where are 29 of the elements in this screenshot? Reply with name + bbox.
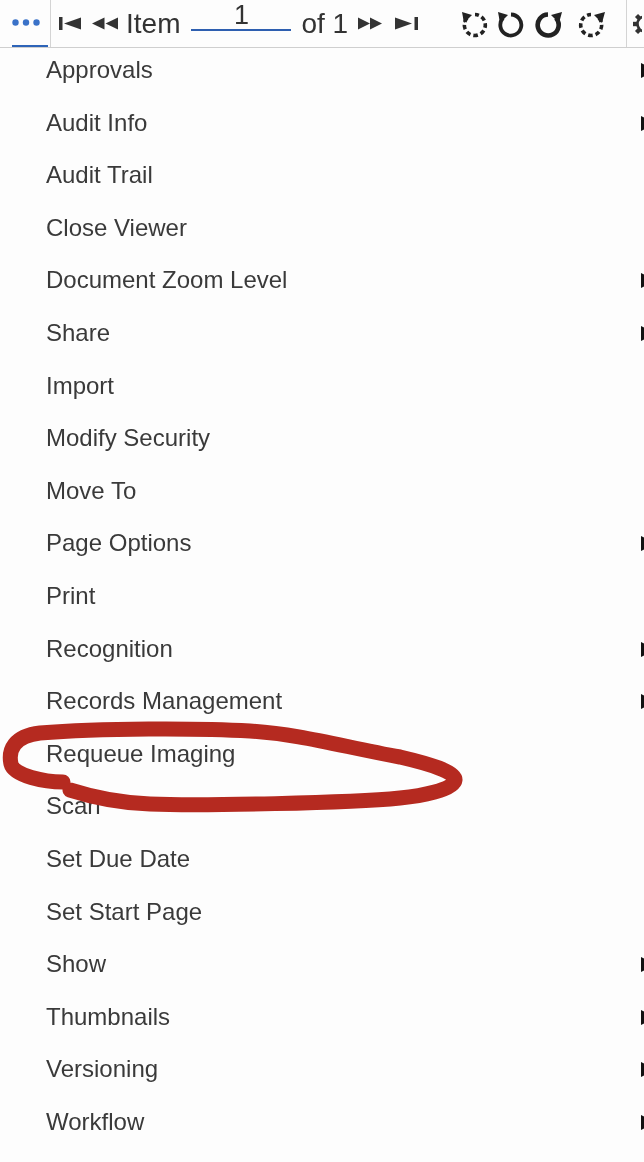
menu-item[interactable]: Share [0,310,644,364]
menu-item[interactable]: Show [0,942,644,995]
menu-item[interactable]: Records Management [0,679,644,732]
next-icon[interactable] [358,16,383,31]
last-page-icon[interactable] [395,16,419,31]
menu-item[interactable]: Requeue Imaging [0,731,644,785]
page-count: of 1 [301,7,349,40]
menu-item[interactable]: Modify Security [0,416,644,469]
gear-icon[interactable] [630,11,643,36]
menu-item[interactable]: Workflow [0,1099,644,1153]
menu-item[interactable]: Set Start Page [0,889,644,943]
menu-item[interactable]: Set Due Date [0,836,644,890]
menu-item[interactable]: Import [0,363,644,417]
first-page-icon[interactable] [59,16,82,31]
item-label: Item [126,7,181,40]
page-field[interactable]: 1 [191,1,292,31]
menu-item[interactable]: Audit Info [0,100,644,154]
previous-icon[interactable] [92,16,118,31]
menu-item[interactable]: Print [0,573,644,627]
menu-item[interactable]: Approvals [0,48,644,101]
menu-item[interactable]: Close Viewer [0,205,644,259]
menu-item[interactable]: Page Options [0,521,644,574]
more-icon [12,19,40,26]
menu-item[interactable]: Versioning [0,1047,644,1100]
menu-item[interactable]: Move To [0,468,644,522]
menu-item[interactable]: Thumbnails [0,994,644,1048]
menu-item[interactable]: Audit Trail [0,153,644,206]
menu-item[interactable]: Recognition [0,626,644,680]
menu-item[interactable]: Document Zoom Level [0,258,644,311]
